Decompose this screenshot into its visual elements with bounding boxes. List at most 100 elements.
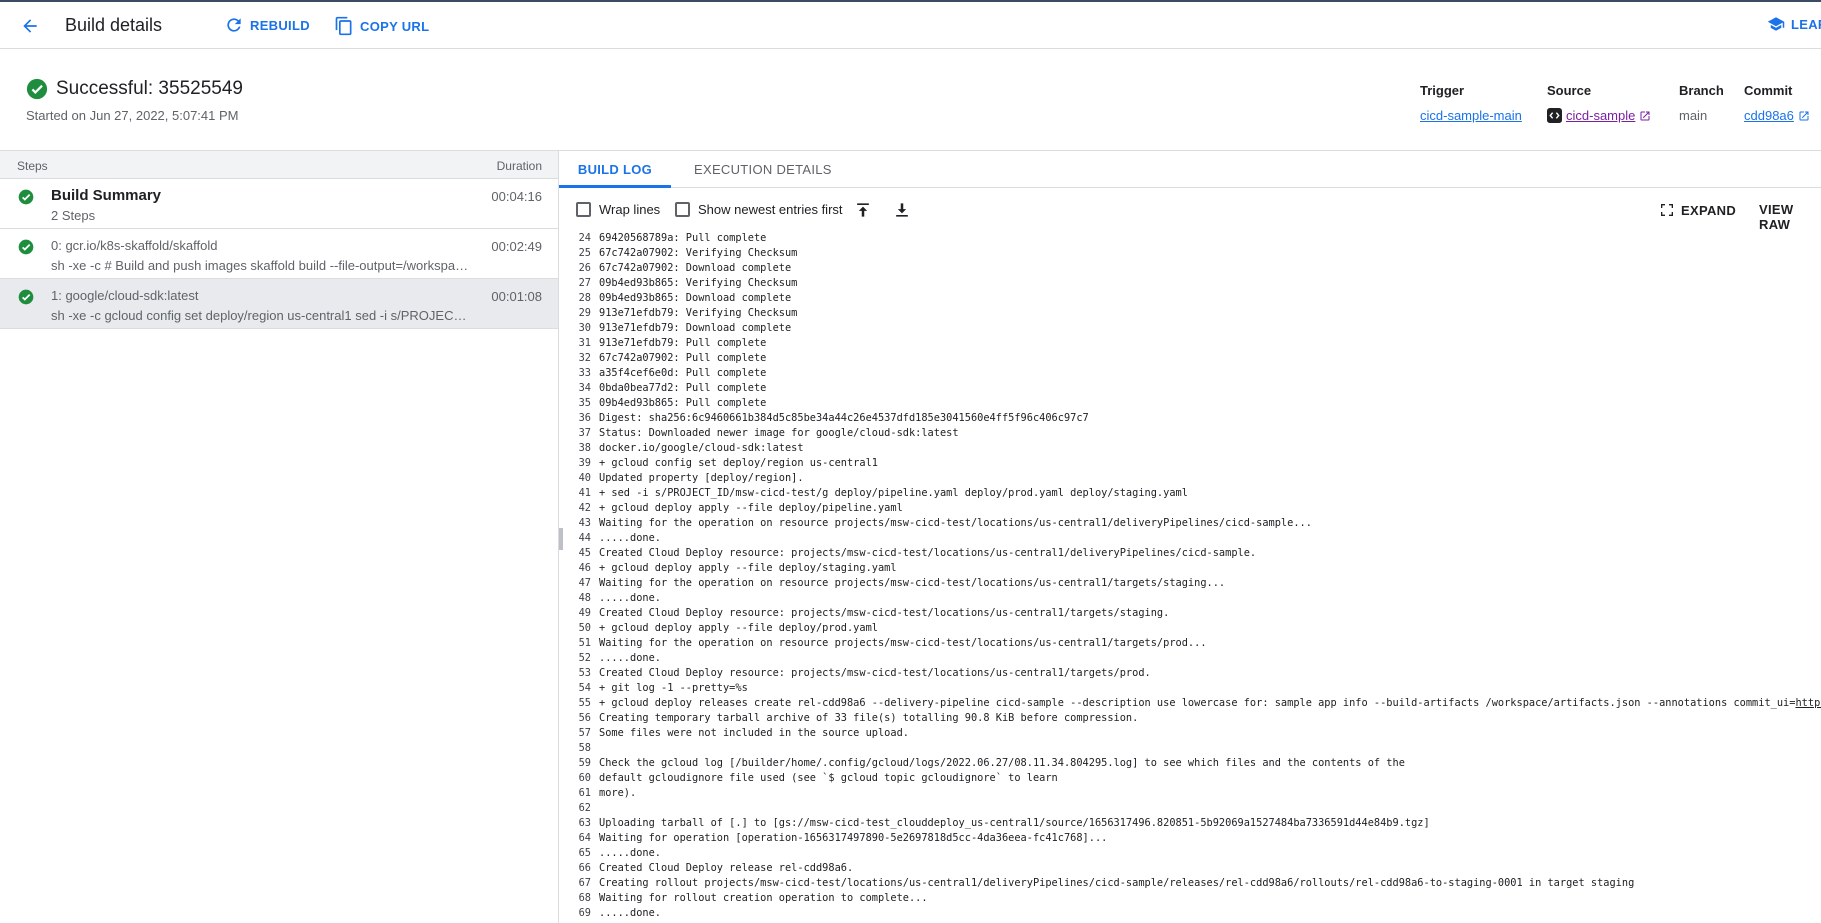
source-label: Source — [1547, 83, 1592, 98]
log-line-text: .....done. — [599, 532, 661, 544]
check-circle-icon — [26, 78, 48, 100]
step-command: sh -xe -c # Build and push images skaffo… — [51, 258, 471, 273]
log-line-number: 62 — [578, 802, 591, 814]
log-line-text: Status: Downloaded newer image for googl… — [599, 427, 959, 439]
log-line-text: 09b4ed93b865: Pull complete — [599, 397, 767, 409]
log-line: 56 Creating temporary tarball archive of … — [559, 711, 1821, 726]
log-line-text: 09b4ed93b865: Verifying Checksum — [599, 277, 798, 289]
log-line-number: 30 — [578, 322, 591, 334]
tab-build-log[interactable]: BUILD LOG — [559, 151, 671, 188]
checkbox-box[interactable] — [576, 202, 591, 217]
log-line-number: 47 — [578, 577, 591, 589]
log-line-text: + gcloud config set deploy/region us-cen… — [599, 457, 878, 469]
wrap-lines-label: Wrap lines — [599, 202, 661, 217]
log-line: 65 .....done. — [559, 846, 1821, 861]
log-line: 68 Waiting for rollout creation operation… — [559, 891, 1821, 906]
log-line: 41 + sed -i s/PROJECT_ID/msw-cicd-test/g … — [559, 486, 1821, 501]
log-line-text: .....done. — [599, 847, 661, 859]
log-line-number: 33 — [578, 367, 591, 379]
log-tabs: BUILD LOG EXECUTION DETAILS — [559, 151, 1821, 188]
log-line-number: 28 — [578, 292, 591, 304]
source-link[interactable]: cicd-sample — [1566, 108, 1635, 123]
scroll-to-bottom-icon[interactable] — [892, 200, 912, 220]
back-button[interactable] — [16, 12, 44, 40]
code-repo-icon — [1547, 108, 1562, 123]
log-line-text: 0bda0bea77d2: Pull complete — [599, 382, 767, 394]
log-line-number: 61 — [578, 787, 591, 799]
rebuild-button[interactable]: REBUILD — [224, 15, 310, 35]
log-line-number: 52 — [578, 652, 591, 664]
checkbox-box[interactable] — [675, 202, 690, 217]
open-in-new-icon[interactable] — [1639, 110, 1651, 122]
scroll-to-top-icon[interactable] — [853, 200, 873, 220]
log-line-number: 48 — [578, 592, 591, 604]
log-line: 37 Status: Downloaded newer image for goo… — [559, 426, 1821, 441]
log-line-number: 32 — [578, 352, 591, 364]
newest-first-checkbox[interactable]: Show newest entries first — [675, 202, 843, 217]
log-line-number: 67 — [578, 877, 591, 889]
log-line-number: 41 — [578, 487, 591, 499]
log-line-number: 59 — [578, 757, 591, 769]
log-line-text: 09b4ed93b865: Download complete — [599, 292, 792, 304]
log-line-text: Waiting for operation [operation-1656317… — [599, 832, 1108, 844]
build-status-title: Successful: 35525549 — [56, 78, 243, 99]
tab-execution-details[interactable]: EXECUTION DETAILS — [694, 151, 832, 188]
trigger-link[interactable]: cicd-sample-main — [1420, 108, 1522, 123]
branch-label: Branch — [1679, 83, 1724, 98]
log-line-number: 56 — [578, 712, 591, 724]
copy-url-button[interactable]: COPY URL — [334, 15, 429, 37]
log-line: 33 a35f4cef6e0d: Pull complete — [559, 366, 1821, 381]
log-line-number: 58 — [578, 742, 591, 754]
log-line-number: 66 — [578, 862, 591, 874]
log-line-number: 31 — [578, 337, 591, 349]
log-line: 34 0bda0bea77d2: Pull complete — [559, 381, 1821, 396]
wrap-lines-checkbox[interactable]: Wrap lines — [576, 202, 660, 217]
source-info: Source cicd-sample — [1547, 83, 1651, 123]
commit-link[interactable]: cdd98a6 — [1744, 108, 1794, 123]
step-row-1[interactable]: 1: google/cloud-sdk:latest sh -xe -c gcl… — [0, 279, 558, 329]
log-line-number: 55 — [578, 697, 591, 709]
branch-value: main — [1679, 108, 1708, 123]
step-name: 1: google/cloud-sdk:latest — [51, 288, 199, 303]
log-line-number: 53 — [578, 667, 591, 679]
log-line-number: 27 — [578, 277, 591, 289]
log-panel: BUILD LOG EXECUTION DETAILS Wrap lines S… — [559, 150, 1821, 923]
log-line-number: 35 — [578, 397, 591, 409]
log-line: 40 Updated property [deploy/region]. — [559, 471, 1821, 486]
step-row-0[interactable]: 0: gcr.io/k8s-skaffold/skaffold sh -xe -… — [0, 229, 558, 279]
trigger-info: Trigger cicd-sample-main — [1420, 83, 1522, 123]
log-line-number: 38 — [578, 442, 591, 454]
log-line-number: 34 — [578, 382, 591, 394]
step-row-build-summary[interactable]: Build Summary 2 Steps 00:04:16 — [0, 179, 558, 229]
log-line-link[interactable]: https://sou — [1795, 696, 1821, 711]
log-toolbar: Wrap lines Show newest entries first EXP… — [559, 189, 1821, 232]
log-line-number: 63 — [578, 817, 591, 829]
open-in-new-icon[interactable] — [1798, 110, 1810, 122]
copy-url-label: COPY URL — [360, 18, 430, 34]
log-line-text: Creating temporary tarball archive of 33… — [599, 712, 1139, 724]
trigger-label: Trigger — [1420, 83, 1465, 98]
log-line-text: Waiting for the operation on resource pr… — [599, 577, 1226, 589]
log-line-text: 67c742a07902: Download complete — [599, 262, 792, 274]
step-duration: 00:02:49 — [491, 239, 542, 254]
log-line: 48 .....done. — [559, 591, 1821, 606]
app-header: Build details REBUILD COPY URL LEARN — [0, 2, 1821, 49]
view-raw-button[interactable]: VIEW RAW — [1759, 202, 1821, 232]
log-line: 46 + gcloud deploy apply --file deploy/st… — [559, 561, 1821, 576]
learn-button[interactable]: LEARN — [1767, 15, 1821, 33]
log-line-text: + sed -i s/PROJECT_ID/msw-cicd-test/g de… — [599, 487, 1188, 499]
step-command: sh -xe -c gcloud config set deploy/regio… — [51, 308, 471, 323]
log-line-text: .....done. — [599, 907, 661, 919]
log-line: 31 913e71efdb79: Pull complete — [559, 336, 1821, 351]
log-line-number: 45 — [578, 547, 591, 559]
log-line-number: 50 — [578, 622, 591, 634]
log-line-number: 44 — [578, 532, 591, 544]
log-line: 38 docker.io/google/cloud-sdk:latest — [559, 441, 1821, 456]
log-line-number: 51 — [578, 637, 591, 649]
log-line-number: 54 — [578, 682, 591, 694]
log-line-number: 42 — [578, 502, 591, 514]
log-line: 52 .....done. — [559, 651, 1821, 666]
expand-button[interactable]: EXPAND — [1659, 202, 1736, 218]
fullscreen-icon — [1661, 204, 1673, 216]
log-line-text: Updated property [deploy/region]. — [599, 472, 804, 484]
